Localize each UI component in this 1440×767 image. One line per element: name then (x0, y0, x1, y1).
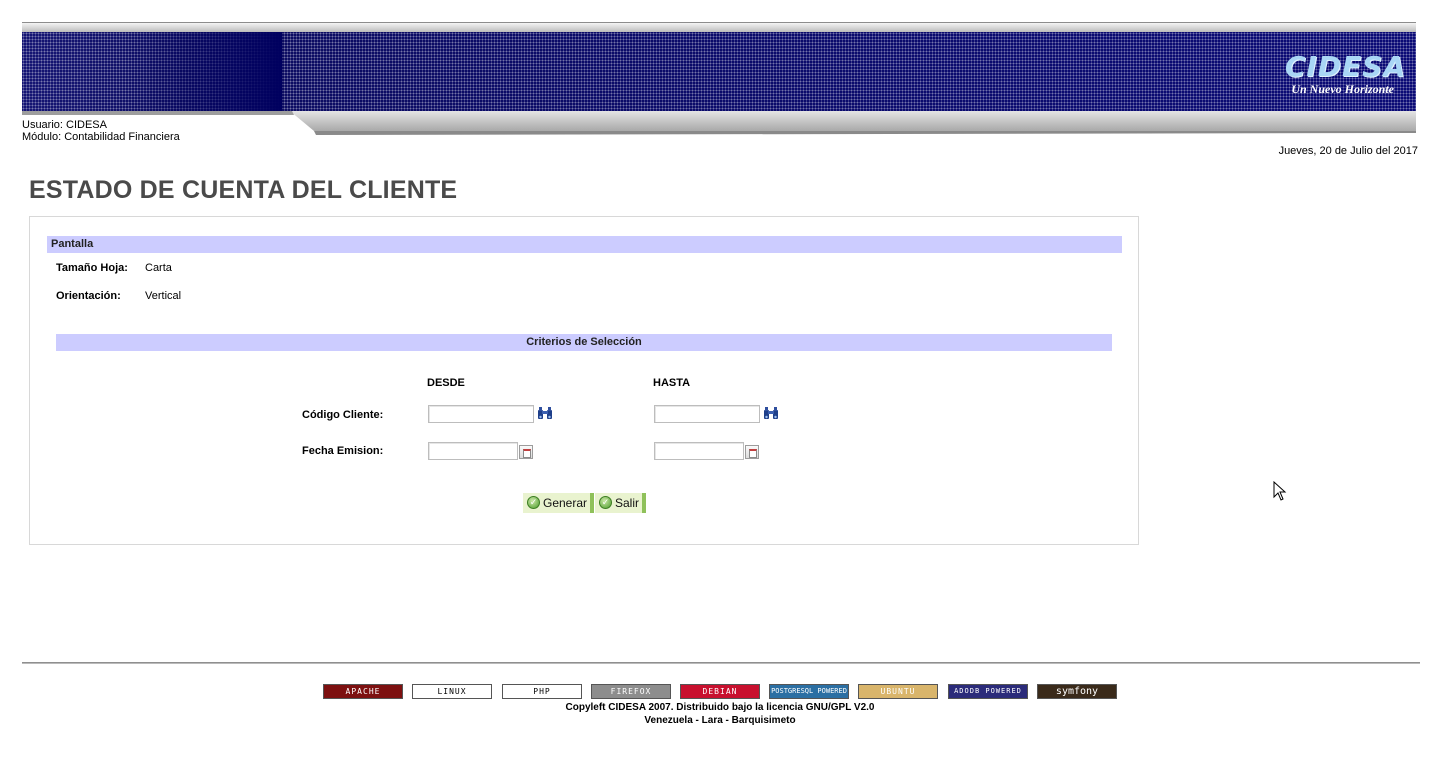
copyright-text: Copyleft CIDESA 2007. Distribuido bajo l… (565, 702, 875, 713)
linux-badge: LINUX (412, 684, 492, 699)
symfony-badge: symfony (1037, 684, 1117, 699)
apache-badge: APACHE (323, 684, 403, 699)
sheet-size-label: Tamaño Hoja: (56, 262, 128, 274)
calendar-icon[interactable] (519, 445, 533, 459)
debian-badge: DEBIAN (680, 684, 760, 699)
check-icon: ✓ (527, 496, 540, 509)
to-column-header: HASTA (653, 377, 691, 389)
location-text: Venezuela - Lara - Barquisimeto (644, 715, 796, 726)
exit-button-label: Salir (615, 496, 640, 510)
current-date: Jueves, 20 de Julio del 2017 (1278, 145, 1418, 157)
orientation-label: Orientación: (56, 290, 121, 302)
module-line: Módulo: Contabilidad Financiera (22, 131, 180, 143)
client-code-label: Código Cliente: (302, 409, 384, 421)
exit-button[interactable]: ✓ Salir (595, 493, 647, 513)
client-code-from-input[interactable] (428, 405, 534, 423)
postgresql-badge: POSTGRESQL POWERED (769, 684, 849, 699)
binoculars-icon[interactable] (537, 407, 553, 420)
footer-divider (22, 662, 1420, 664)
cidesa-logo: CIDESA Un Nuevo Horizonte (1276, 52, 1406, 102)
calendar-icon[interactable] (745, 445, 759, 459)
client-code-to-input[interactable] (654, 405, 760, 423)
banner-fade (22, 32, 282, 111)
issue-date-to-input[interactable] (654, 442, 744, 460)
binoculars-icon[interactable] (763, 407, 779, 420)
page-title: ESTADO DE CUENTA DEL CLIENTE (29, 176, 458, 204)
header-banner: CIDESA Un Nuevo Horizonte (22, 32, 1416, 111)
user-line: Usuario: CIDESA (22, 119, 107, 131)
ubuntu-badge: UBUNTU (858, 684, 938, 699)
report-form-panel: Pantalla Tamaño Hoja: Carta Orientación:… (29, 216, 1139, 545)
firefox-badge: FIREFOX (591, 684, 671, 699)
orientation-value: Vertical (145, 290, 182, 302)
issue-date-from-input[interactable] (428, 442, 518, 460)
from-column-header: DESDE (427, 377, 465, 389)
check-icon: ✓ (599, 496, 612, 509)
mouse-cursor-icon (1273, 481, 1287, 501)
issue-date-label: Fecha Emision: (302, 445, 384, 457)
sheet-size-value: Carta (145, 262, 172, 274)
criteria-section-header: Criterios de Selección (56, 334, 1112, 351)
pantalla-section-header: Pantalla (47, 236, 1122, 253)
header-subbar (22, 111, 1416, 139)
session-info: Usuario: CIDESA Módulo: Contabilidad Fin… (22, 119, 180, 143)
generate-button[interactable]: ✓ Generar (523, 493, 595, 513)
logo-tagline: Un Nuevo Horizonte (1291, 82, 1394, 96)
php-badge: PHP (502, 684, 582, 699)
adodb-badge: ADODB POWERED (948, 684, 1028, 699)
generate-button-label: Generar (543, 496, 588, 510)
logo-word: CIDESA (1284, 50, 1406, 83)
